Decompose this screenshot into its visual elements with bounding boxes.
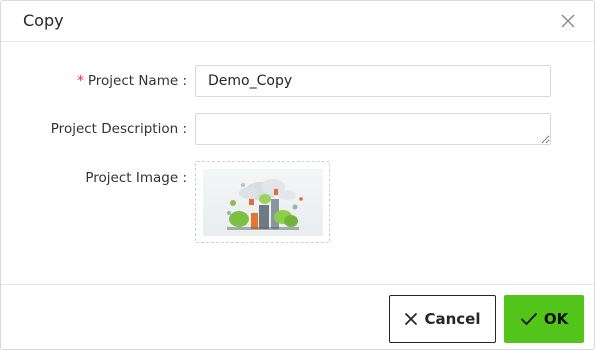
project-image-label: Project Image :: [85, 170, 187, 186]
project-description-label: Project Description :: [50, 121, 187, 137]
close-button[interactable]: [558, 11, 578, 31]
project-name-label-text: Project Name :: [87, 73, 187, 89]
project-name-input[interactable]: [195, 65, 551, 97]
project-name-label: * Project Name :: [77, 73, 187, 89]
cancel-button[interactable]: Cancel: [389, 295, 496, 343]
required-mark: *: [77, 73, 84, 89]
cancel-label: Cancel: [424, 310, 481, 328]
copy-dialog: Copy *Project Name : Project Description…: [0, 0, 595, 350]
check-icon: [520, 312, 538, 326]
ok-label: OK: [543, 310, 569, 328]
dialog-header: Copy: [1, 1, 594, 42]
ok-button[interactable]: OK: [504, 295, 584, 343]
close-icon: [404, 312, 418, 326]
project-image-upload[interactable]: [195, 161, 330, 243]
close-icon: [561, 14, 575, 28]
project-description-input[interactable]: [195, 113, 551, 145]
dialog-title: Copy: [23, 11, 64, 30]
project-thumbnail-image: [203, 169, 323, 236]
